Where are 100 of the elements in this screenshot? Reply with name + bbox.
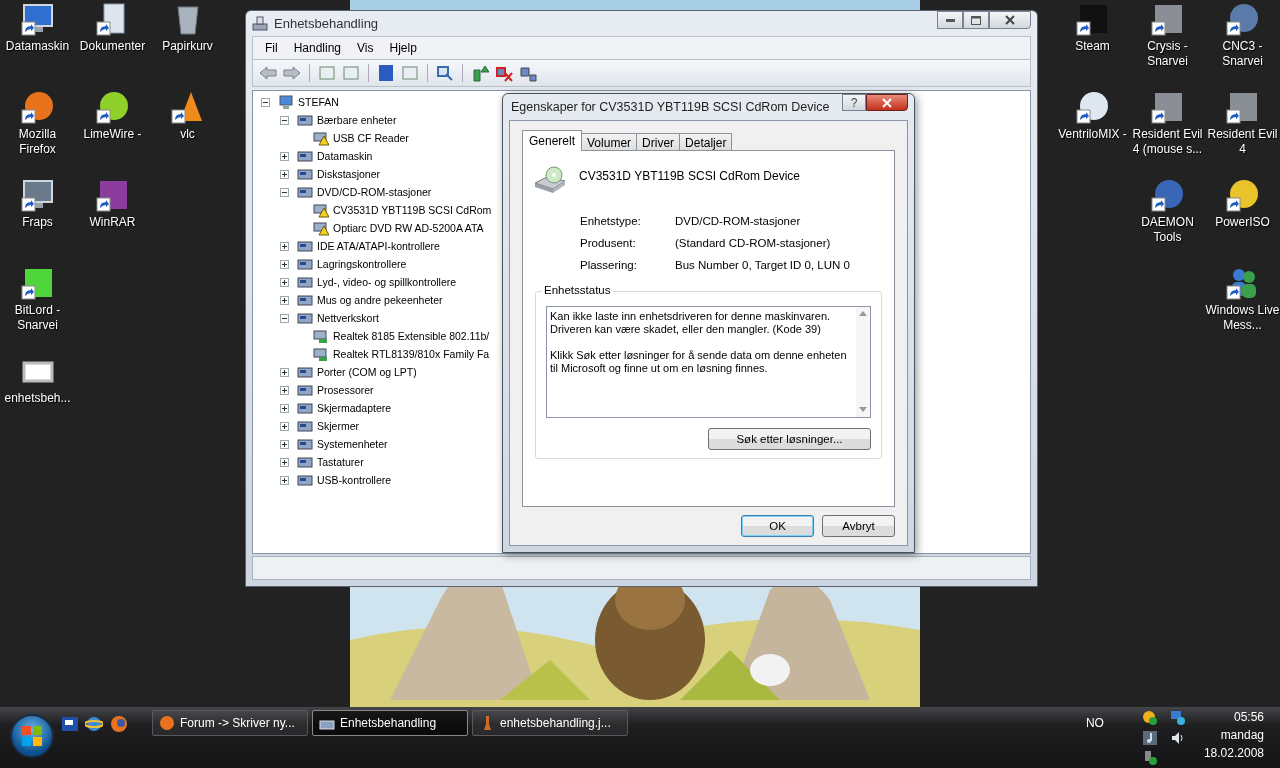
books-icon[interactable] <box>95 178 130 212</box>
status-text-field[interactable] <box>546 306 871 418</box>
expand-toggle[interactable] <box>280 439 289 449</box>
tree-item[interactable]: Skjermadaptere <box>316 402 392 414</box>
game-icon[interactable] <box>1150 2 1185 36</box>
close-button[interactable] <box>989 11 1031 29</box>
tree-item[interactable]: Lagringskontrollere <box>316 258 407 270</box>
icon-label[interactable]: LimeWire - <box>83 127 142 142</box>
clock-time[interactable]: 05:56 <box>1233 710 1264 724</box>
forward-arrow-button[interactable] <box>281 63 303 83</box>
icon-label[interactable]: CNC3 - Snarvei <box>1205 39 1280 69</box>
app-icon[interactable] <box>1075 2 1110 36</box>
menu-item[interactable]: Fil <box>257 41 286 55</box>
expand-toggle[interactable] <box>280 475 289 485</box>
tree-item[interactable]: USB-kontrollere <box>316 474 392 486</box>
cone-icon[interactable] <box>170 90 205 124</box>
icon-label[interactable]: Resident Evil 4 <box>1205 127 1280 157</box>
tree-item[interactable]: Realtek 8185 Extensible 802.11b/ <box>332 330 490 342</box>
icon-label[interactable]: Dokumenter <box>79 39 146 54</box>
tree-item[interactable]: Optiarc DVD RW AD-5200A ATA <box>332 222 484 234</box>
tree-item[interactable]: USB CF Reader <box>332 132 409 144</box>
menu-item[interactable]: Handling <box>285 41 350 55</box>
icon-label[interactable]: DAEMON Tools <box>1130 215 1205 245</box>
expand-toggle[interactable] <box>280 421 289 431</box>
icon-label[interactable]: Datamaskin <box>5 39 70 54</box>
icon-label[interactable]: BitLord - Snarvei <box>0 303 75 333</box>
game-icon[interactable] <box>1150 90 1185 124</box>
tab[interactable]: Detaljer <box>679 133 733 151</box>
tree-item[interactable]: Datamaskin <box>316 150 373 162</box>
tree-item[interactable]: Bærbare enheter <box>316 114 397 126</box>
close-button[interactable] <box>866 94 908 111</box>
find-solutions-button[interactable]: Søk etter løsninger... <box>708 428 871 450</box>
expand-toggle[interactable] <box>280 151 289 161</box>
expand-toggle[interactable] <box>280 241 289 251</box>
disc-icon[interactable] <box>1150 178 1185 212</box>
tree-item[interactable]: Lyd-, video- og spillkontrollere <box>316 276 457 288</box>
app-icon[interactable] <box>20 178 55 212</box>
tree-item[interactable]: CV3531D YBT119B SCSI CdRom <box>332 204 492 216</box>
icon-label[interactable]: enhetsbeh... <box>4 391 71 406</box>
expand-toggle[interactable] <box>280 367 289 377</box>
icon-label[interactable]: Mozilla Firefox <box>0 127 75 157</box>
headset-icon[interactable] <box>1075 90 1110 124</box>
expand-toggle[interactable] <box>261 97 270 107</box>
clock-date[interactable]: 18.02.2008 <box>1203 746 1264 760</box>
expand-toggle[interactable] <box>280 295 289 305</box>
music-icon[interactable] <box>1141 730 1158 746</box>
icon-label[interactable]: vlc <box>180 127 195 142</box>
tree-item[interactable]: DVD/CD-ROM-stasjoner <box>316 186 432 198</box>
show-desktop-icon[interactable] <box>62 717 78 731</box>
expand-toggle[interactable] <box>280 277 289 287</box>
expand-toggle[interactable] <box>280 385 289 395</box>
tree-item[interactable]: Mus og andre pekeenheter <box>316 294 443 306</box>
icon-label[interactable]: Crysis - Snarvei <box>1130 39 1205 69</box>
game-icon[interactable] <box>1225 90 1260 124</box>
tree-item[interactable]: Systemenheter <box>316 438 388 450</box>
icon-label[interactable]: Fraps <box>22 215 53 230</box>
volume-icon[interactable] <box>1169 730 1186 746</box>
back-arrow-button[interactable] <box>257 63 279 83</box>
icon-label[interactable]: PowerISO <box>1215 215 1270 230</box>
expand-toggle[interactable] <box>280 259 289 269</box>
menu-item[interactable]: Vis <box>349 41 382 55</box>
expand-toggle[interactable] <box>280 403 289 413</box>
tab[interactable]: Driver <box>636 133 681 151</box>
tree-item[interactable]: Realtek RTL8139/810x Family Fa <box>332 348 490 360</box>
tree-item[interactable]: Prosessorer <box>316 384 374 396</box>
tree-item[interactable]: Skjermer <box>316 420 359 432</box>
clock-day[interactable]: mandag <box>1220 728 1264 742</box>
app-icon[interactable] <box>20 266 55 300</box>
icon-label[interactable]: Papirkurv <box>162 39 213 54</box>
tree-item[interactable]: Diskstasjoner <box>316 168 381 180</box>
minimize-button[interactable] <box>937 11 963 29</box>
taskbar-button[interactable]: Enhetsbehandling <box>312 710 468 736</box>
disc-icon[interactable] <box>1225 178 1260 212</box>
menu-item[interactable]: Hjelp <box>381 41 425 55</box>
lime-icon[interactable] <box>95 90 130 124</box>
monitor-icon[interactable] <box>20 2 55 36</box>
start-button[interactable] <box>10 714 54 758</box>
language-indicator[interactable]: NO <box>1085 716 1104 730</box>
icon-label[interactable]: Resident Evil 4 (mouse s... <box>1130 127 1205 157</box>
globe-icon[interactable] <box>20 90 55 124</box>
tree-item[interactable]: IDE ATA/ATAPI-kontrollere <box>316 240 440 252</box>
taskbar-button[interactable]: enhetsbehandling.j... <box>472 710 628 736</box>
help-button[interactable]: ? <box>842 94 866 111</box>
maximize-button[interactable] <box>963 11 989 29</box>
tree-item[interactable]: Porter (COM og LPT) <box>316 366 417 378</box>
icon-label[interactable]: Windows Live Mess... <box>1205 303 1280 333</box>
tab[interactable]: Volumer <box>581 133 638 151</box>
tree-item[interactable]: Tastaturer <box>316 456 364 468</box>
expand-toggle[interactable] <box>280 115 289 125</box>
expand-toggle[interactable] <box>280 457 289 467</box>
scrollbar[interactable] <box>856 307 870 417</box>
expand-toggle[interactable] <box>280 187 289 197</box>
network-icon[interactable] <box>1169 710 1186 726</box>
globe-icon[interactable] <box>85 715 103 733</box>
tab[interactable]: Generelt <box>522 130 583 151</box>
expand-toggle[interactable] <box>280 313 289 323</box>
taskbar-button[interactable]: Forum -> Skriver ny... <box>152 710 308 736</box>
tree-item[interactable]: STEFAN <box>297 96 339 108</box>
expand-toggle[interactable] <box>280 169 289 179</box>
tree-item[interactable]: Nettverkskort <box>316 312 379 324</box>
